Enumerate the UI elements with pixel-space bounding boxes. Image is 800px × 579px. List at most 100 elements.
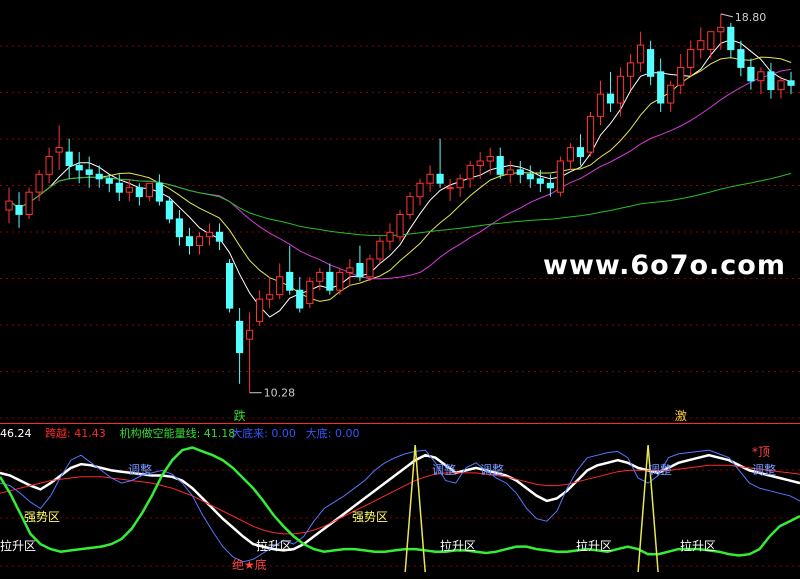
zone-annotation: 调整 xyxy=(128,462,152,477)
indicator-line-1 xyxy=(0,453,800,552)
candle-body-up xyxy=(386,231,394,242)
candlestick xyxy=(366,254,374,282)
candle-body-down xyxy=(496,156,504,175)
legend-item: 大底: 0.00 xyxy=(306,426,360,440)
candle-body-down xyxy=(215,231,224,242)
candle-body-up xyxy=(677,66,685,86)
candle-body-up xyxy=(376,240,384,260)
candle-body-down xyxy=(165,200,174,220)
candlestick xyxy=(717,13,725,50)
indicator-line-2 xyxy=(0,464,800,535)
candlestick xyxy=(526,165,534,188)
candlestick xyxy=(677,54,685,95)
candlestick xyxy=(35,169,43,202)
candle-body-down xyxy=(286,271,294,291)
legend-item: 机构做空能量线: 41.18 xyxy=(120,426,236,440)
candlestick xyxy=(727,22,735,59)
candle-body-up xyxy=(396,214,404,238)
zone-annotation: 强势区 xyxy=(352,510,388,524)
candlestick xyxy=(496,147,504,179)
candlestick xyxy=(486,147,494,175)
zone-annotation: 调整 xyxy=(480,462,504,477)
candle-body-up xyxy=(627,62,635,77)
candlestick xyxy=(406,192,414,219)
candle-body-up xyxy=(456,178,464,189)
candle-body-down xyxy=(737,49,745,68)
candle-body-down xyxy=(85,169,93,175)
candle-body-up xyxy=(757,71,765,82)
legend-item: 跨越: 41.43 xyxy=(45,426,106,440)
candlestick xyxy=(647,40,655,86)
zone-annotation: 调整 xyxy=(432,462,456,477)
candle-body-up xyxy=(246,329,254,340)
candle-body-up xyxy=(486,156,494,162)
candlestick xyxy=(767,62,775,99)
candle-body-up xyxy=(506,169,514,175)
low-price-label: 10.28 xyxy=(264,387,296,400)
candle-body-up xyxy=(266,294,274,300)
candle-body-up xyxy=(256,298,264,322)
watermark-text: www.6o7o.com xyxy=(543,250,786,281)
candle-body-up xyxy=(476,160,484,166)
zone-annotation: 拉升区 xyxy=(0,538,36,553)
zone-annotation: 绝★底 xyxy=(232,557,267,572)
candlestick xyxy=(596,80,605,126)
candle-body-down xyxy=(185,236,194,247)
candle-body-down xyxy=(15,205,23,215)
candle-body-up xyxy=(145,182,154,198)
candlestick xyxy=(175,210,184,246)
candlestick xyxy=(667,80,675,112)
candlestick xyxy=(296,276,304,313)
candlestick xyxy=(306,276,314,309)
candle-body-up xyxy=(416,182,424,198)
candlestick xyxy=(606,71,615,112)
candlestick xyxy=(426,165,434,193)
candle-body-down xyxy=(175,218,184,238)
candle-body-up xyxy=(55,147,63,153)
candlestick xyxy=(155,174,164,206)
candlestick xyxy=(637,31,645,72)
candle-body-down xyxy=(647,49,655,77)
candlestick xyxy=(105,174,113,193)
candlestick xyxy=(286,245,294,295)
candlesticks xyxy=(5,13,795,393)
candlestick xyxy=(657,58,665,112)
chart-root: 18.80 10.28 跌 激 46.24 跨越: 41.43 机构做空能量线: 41.1… xyxy=(0,0,800,575)
zone-annotation: 拉升区 xyxy=(576,538,612,553)
candle-body-down xyxy=(356,263,364,278)
candlestick xyxy=(356,245,364,282)
candlestick xyxy=(506,160,514,184)
candle-body-down xyxy=(155,182,164,202)
signal-marker: 激 xyxy=(675,409,687,423)
candlestick xyxy=(326,263,334,295)
candlestick xyxy=(226,259,234,313)
zone-annotation: 调整 xyxy=(648,462,672,477)
candle-body-down xyxy=(536,178,544,184)
candle-body-up xyxy=(346,267,354,273)
zone-annotation: 拉升区 xyxy=(440,538,476,553)
zone-annotation: *顶 xyxy=(752,445,770,459)
candle-body-up xyxy=(336,271,344,291)
candle-body-down xyxy=(516,169,524,175)
candlestick xyxy=(556,156,564,197)
candle-body-up xyxy=(125,187,133,193)
zone-annotation: 调整 xyxy=(752,462,776,477)
candlestick xyxy=(697,27,705,59)
candlestick xyxy=(15,192,23,228)
candle-body-down xyxy=(546,182,554,189)
candle-body-down xyxy=(105,178,113,184)
candle-body-down xyxy=(436,173,444,184)
candlestick xyxy=(145,182,154,202)
candle-body-up xyxy=(5,200,13,211)
candlestick xyxy=(586,111,595,157)
candle-body-down xyxy=(236,320,244,354)
candlestick xyxy=(466,160,474,188)
candle-body-down xyxy=(747,66,755,82)
candle-body-down xyxy=(115,182,123,193)
candlestick xyxy=(627,54,635,90)
candle-body-down xyxy=(65,151,73,167)
candle-body-down xyxy=(787,80,795,86)
candle-body-down xyxy=(226,263,234,309)
candle-body-down xyxy=(95,173,103,180)
candlestick xyxy=(787,71,795,95)
